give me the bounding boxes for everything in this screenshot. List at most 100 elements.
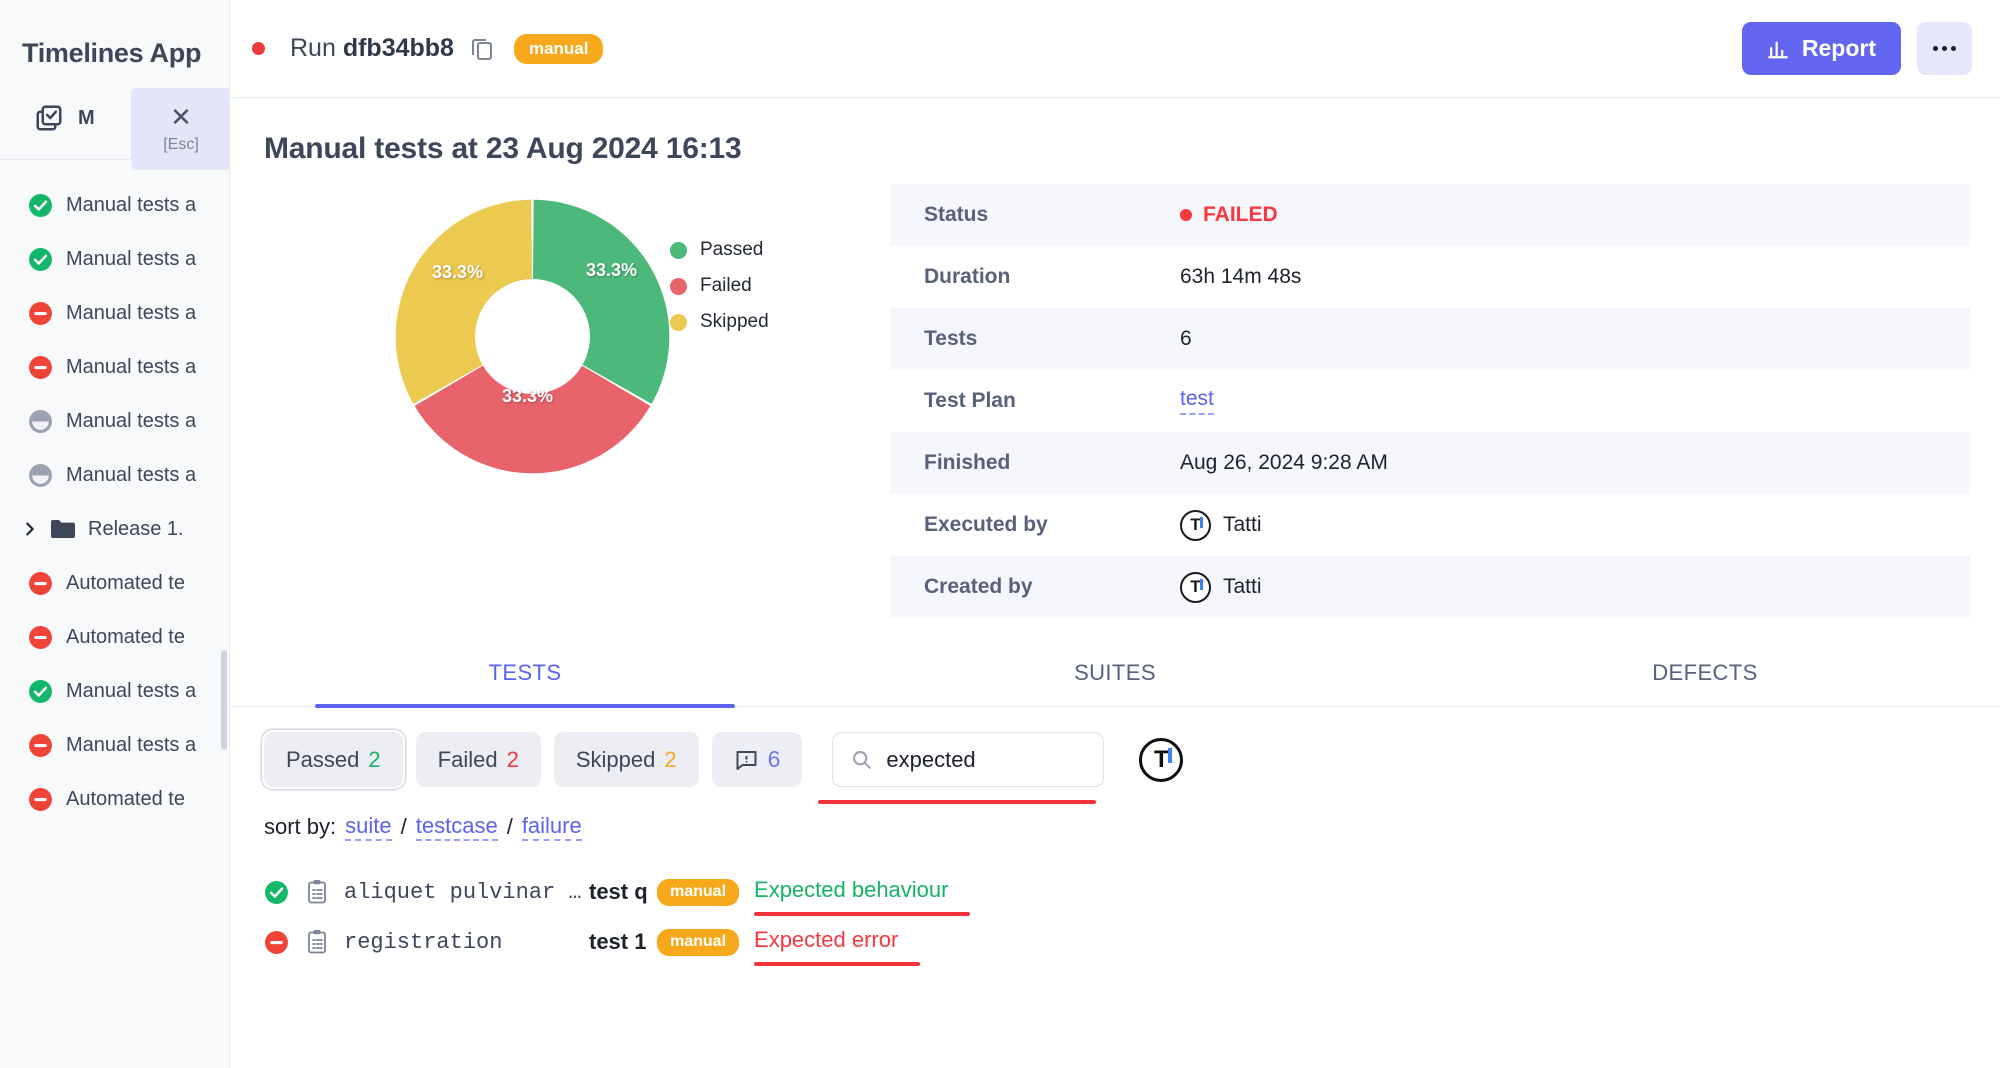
status-failed-icon (28, 625, 53, 650)
app-title: Timelines App (22, 38, 202, 68)
status-passed-icon (28, 247, 53, 272)
sidebar-scrollbar[interactable] (221, 650, 227, 750)
sort-separator: / (400, 814, 407, 839)
run-identifier: Run dfb34bb8 (290, 34, 454, 63)
sort-by-label: sort by: (264, 814, 337, 839)
test-suite-name: registration (344, 929, 503, 955)
donut-svg (395, 199, 670, 474)
info-row: Duration 63h 14m 48s (890, 246, 1970, 308)
test-row[interactable]: registration test 1 manual Expected erro… (264, 917, 2000, 967)
avatar-initial: T (1190, 577, 1201, 596)
copy-icon[interactable] (454, 36, 494, 62)
donut-slice-passed (533, 199, 670, 404)
avatar-initial: T (1154, 745, 1169, 773)
tab-tests[interactable]: TESTS (230, 660, 820, 706)
test-type-badge: manual (657, 928, 740, 956)
status-passed-icon (28, 193, 53, 218)
info-row: Created by T Tatti (890, 556, 1970, 618)
test-type-badge: manual (657, 878, 740, 906)
tab-label: SUITES (1074, 660, 1156, 685)
info-row: Executed by T Tatti (890, 494, 1970, 556)
status-donut-chart: 33.3% 33.3% 33.3% (390, 194, 675, 479)
sidebar-run-item[interactable]: Manual tests a (0, 718, 229, 772)
user-name: Tatti (1223, 513, 1262, 536)
sidebar-run-item[interactable]: Manual tests a (0, 286, 229, 340)
folder-icon (50, 519, 76, 539)
donut-label-skipped: 33.3% (432, 262, 484, 282)
page-title: Manual tests at 23 Aug 2024 16:13 (264, 132, 742, 165)
info-value-cell: 63h 14m 48s (1180, 265, 1301, 289)
test-plan-link[interactable]: test (1180, 387, 1214, 415)
legend-label: Skipped (700, 311, 769, 332)
info-value: 6 (1180, 327, 1192, 350)
clipboard-icon (289, 929, 328, 955)
sidebar-run-item[interactable]: Manual tests a (0, 232, 229, 286)
tab-label: TESTS (488, 660, 562, 685)
sidebar-tab-label[interactable]: M (78, 107, 95, 130)
sidebar-folder-item[interactable]: Release 1. (0, 502, 229, 556)
sidebar-run-item[interactable]: Automated te (0, 556, 229, 610)
more-options-button[interactable] (1917, 22, 1972, 75)
sidebar-run-item[interactable]: Automated te (0, 772, 229, 826)
tab-suites[interactable]: SUITES (820, 660, 1410, 706)
info-key: Test Plan (924, 389, 1016, 412)
run-status-dot-icon (252, 42, 265, 55)
info-key: Created by (924, 575, 1033, 598)
info-key: Finished (924, 451, 1011, 474)
filter-chip-skipped[interactable]: Skipped 2 (553, 732, 699, 787)
avatar: T (1180, 571, 1211, 603)
donut-label-failed: 33.3% (502, 386, 554, 406)
sidebar-run-item[interactable]: Manual tests a (0, 340, 229, 394)
status-failed-icon (264, 930, 289, 955)
topbar-actions: Report (1741, 22, 1972, 75)
run-list: Manual tests a Manual tests a Manual tes… (0, 160, 229, 826)
check-square-icon (34, 103, 64, 133)
info-key: Executed by (924, 513, 1048, 536)
sidebar-run-label: Manual tests a (66, 355, 197, 378)
legend-item: Failed (670, 272, 769, 300)
sort-by-row: sort by: suite / testcase / failure (230, 787, 2000, 841)
status-skipped-icon (28, 409, 53, 434)
chip-count: 2 (368, 746, 381, 772)
filter-chip-failed[interactable]: Failed 2 (415, 732, 541, 787)
ellipsis-icon (1942, 46, 1947, 51)
test-row[interactable]: aliquet pulvinar … test q manual Expecte… (264, 867, 2000, 917)
ellipsis-icon (1951, 46, 1956, 51)
run-header-bar: Run dfb34bb8 manual Report (230, 0, 2000, 98)
user-avatar-button[interactable]: T (1139, 737, 1184, 782)
summary-section: 33.3% 33.3% 33.3% Passed Failed Skipped … (230, 166, 2000, 618)
status-failed-icon (28, 787, 53, 812)
sort-link-failure[interactable]: failure (521, 813, 582, 841)
sidebar-run-item[interactable]: Manual tests a (0, 394, 229, 448)
test-message: Expected error (754, 927, 921, 966)
close-overlay-panel[interactable]: ✕ [Esc] (131, 88, 229, 170)
sidebar-run-item[interactable]: Manual tests a (0, 664, 229, 718)
tab-defects[interactable]: DEFECTS (1410, 660, 2000, 706)
chip-label: Skipped (575, 746, 656, 772)
chevron-right-icon[interactable] (22, 521, 38, 537)
info-row: Test Plan test (890, 370, 1970, 432)
sort-link-suite[interactable]: suite (345, 813, 392, 841)
chart-block: 33.3% 33.3% 33.3% Passed Failed Skipped (230, 184, 890, 618)
sidebar-run-item[interactable]: Manual tests a (0, 448, 229, 502)
sidebar-run-label: Manual tests a (66, 463, 197, 486)
filter-chip-passed[interactable]: Passed 2 (264, 732, 403, 787)
test-case-name: test 1 (589, 929, 647, 954)
report-button[interactable]: Report (1741, 22, 1901, 75)
sort-link-testcase[interactable]: testcase (415, 813, 498, 841)
filter-bar: Passed 2 Failed 2 Skipped 2 6 expected T (230, 707, 2000, 804)
search-input[interactable] (886, 746, 1086, 773)
info-key: Duration (924, 265, 1011, 288)
info-key: Status (924, 203, 989, 226)
search-box[interactable] (832, 732, 1105, 787)
test-case-name: test q (589, 879, 648, 904)
legend-label: Failed (700, 275, 752, 296)
sidebar-run-item[interactable]: Manual tests a (0, 178, 229, 232)
close-icon[interactable]: ✕ (170, 104, 192, 130)
defects-filter-chip[interactable]: 6 (711, 732, 803, 787)
run-type-badge: manual (513, 33, 604, 64)
status-filter-chips: Passed 2 Failed 2 Skipped 2 (264, 732, 699, 787)
main-panel: Run dfb34bb8 manual Report Manual tests … (230, 0, 2000, 1068)
sidebar-run-item[interactable]: Automated te (0, 610, 229, 664)
legend-swatch-icon (670, 277, 687, 295)
